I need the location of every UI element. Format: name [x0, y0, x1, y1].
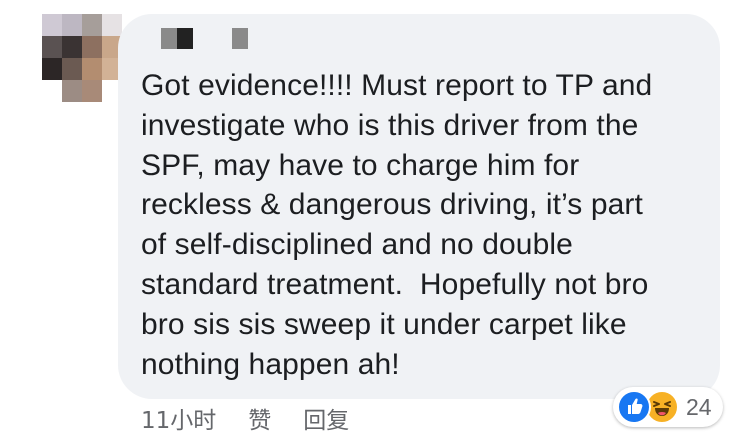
avatar-pixel	[42, 14, 62, 36]
avatar-pixel	[62, 58, 82, 80]
redaction-block	[177, 28, 193, 49]
comment-line: nothing happen ah!	[141, 347, 400, 381]
avatar-pixel	[62, 80, 82, 102]
avatar-pixel	[82, 36, 102, 58]
comment-line: standard treatment. Hopefully not bro	[141, 267, 649, 301]
avatar-pixel	[62, 36, 82, 58]
like-icon	[617, 390, 651, 424]
reply-button[interactable]: 回复	[303, 401, 349, 435]
thumbs-up-icon	[628, 398, 643, 414]
comment-actions: 11小时 赞 回复	[141, 400, 381, 436]
comment-line: investigate who is this driver from the	[141, 108, 639, 142]
reaction-count: 24	[686, 393, 712, 420]
avatar-pixel	[42, 36, 62, 58]
comment-line: of self-disciplined and no double	[141, 228, 573, 262]
avatar-pixel	[82, 80, 102, 102]
comment-line: SPF, may have to charge him for	[141, 148, 580, 182]
avatar-pixel	[102, 14, 122, 36]
avatar-pixel	[62, 14, 82, 36]
comment-screenshot: Got evidence!!!! Must report to TP and i…	[0, 0, 750, 441]
redaction-block	[232, 28, 248, 49]
comment-text: Got evidence!!!! Must report to TP and i…	[141, 66, 711, 384]
comment-line: reckless & dangerous driving, it’s part	[141, 188, 643, 222]
laughing-face-icon	[653, 401, 671, 416]
comment-line: bro sis sis sweep it under carpet like	[141, 307, 627, 341]
like-button[interactable]: 赞	[248, 401, 271, 435]
avatar-pixel	[82, 14, 102, 36]
avatar[interactable]	[42, 14, 122, 102]
avatar-pixel	[42, 58, 62, 80]
reactions-summary[interactable]: 24	[613, 387, 723, 427]
redaction-block	[161, 28, 177, 49]
comment-line: Got evidence!!!! Must report to TP and	[141, 69, 653, 102]
avatar-pixel	[82, 58, 102, 80]
timestamp-link[interactable]: 11小时	[141, 401, 216, 435]
